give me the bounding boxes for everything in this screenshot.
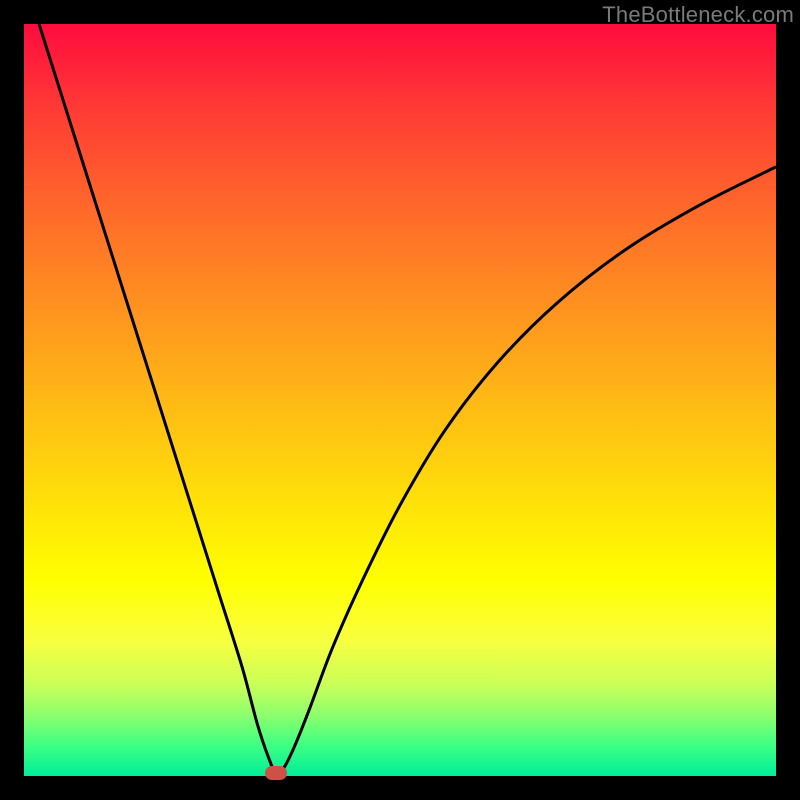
watermark-text: TheBottleneck.com — [602, 2, 794, 28]
plot-background-gradient — [24, 24, 776, 776]
chart-container: TheBottleneck.com — [0, 0, 800, 800]
minimum-marker — [265, 766, 287, 780]
